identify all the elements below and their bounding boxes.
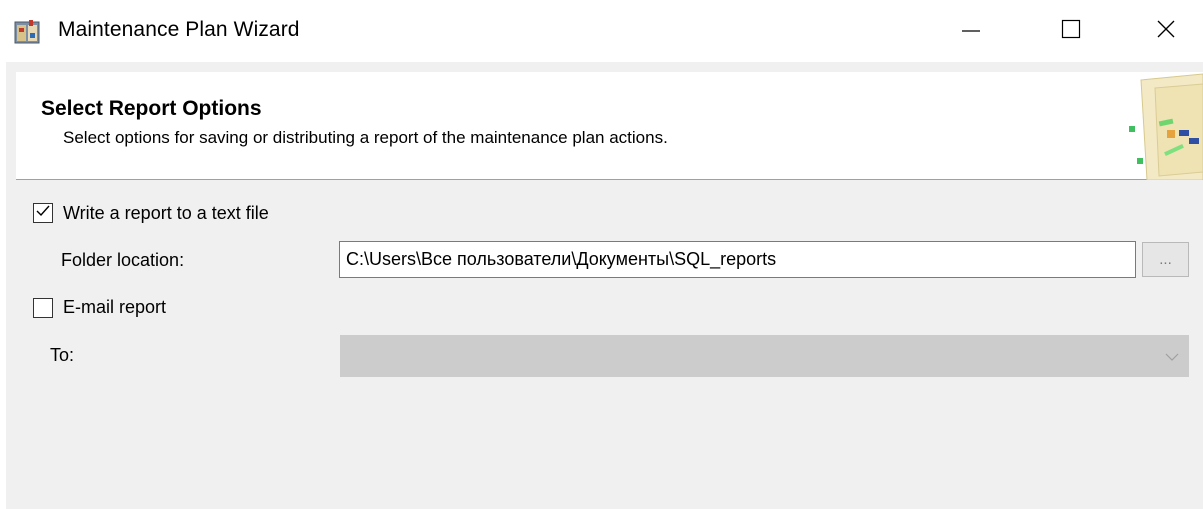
checkmark-icon — [35, 203, 51, 224]
browse-folder-button[interactable]: ... — [1142, 242, 1189, 277]
write-report-label[interactable]: Write a report to a text file — [63, 203, 269, 224]
maximize-button[interactable] — [1051, 14, 1091, 48]
folder-location-input[interactable] — [339, 241, 1136, 278]
to-label: To: — [50, 345, 75, 365]
chevron-down-icon — [1164, 349, 1180, 365]
folder-location-label: Folder location: — [61, 250, 185, 270]
page-description: Select options for saving or distributin… — [63, 128, 668, 147]
close-icon — [1156, 19, 1176, 44]
minimize-button[interactable] — [951, 14, 991, 48]
close-button[interactable] — [1146, 14, 1186, 48]
to-operator-dropdown[interactable] — [340, 335, 1189, 377]
wizard-banner-graphic — [1111, 72, 1203, 181]
maintenance-plan-wizard-icon — [14, 19, 40, 45]
wizard-page: Select Report Options Select options for… — [6, 62, 1203, 509]
email-report-label[interactable]: E-mail report — [63, 297, 166, 318]
title-bar[interactable]: Maintenance Plan Wizard — [0, 0, 1203, 62]
minimize-icon — [961, 19, 981, 44]
window-title: Maintenance Plan Wizard — [58, 18, 300, 41]
email-report-checkbox[interactable] — [33, 298, 53, 318]
maintenance-plan-wizard-window: Maintenance Plan Wizard Select Report Op… — [0, 0, 1203, 509]
page-title: Select Report Options — [41, 97, 262, 120]
write-report-checkbox[interactable] — [33, 203, 53, 223]
maximize-icon — [1061, 19, 1081, 44]
wizard-header: Select Report Options Select options for… — [16, 72, 1203, 181]
